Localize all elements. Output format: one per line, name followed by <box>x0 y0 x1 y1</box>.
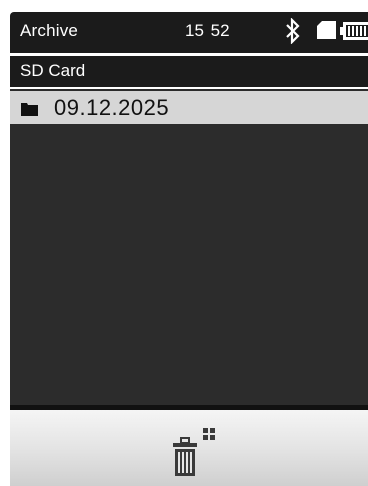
file-list: 09.12.2025 <box>10 89 368 405</box>
clock: 15 52 <box>185 21 230 40</box>
folder-icon <box>21 103 38 116</box>
device-screen: Archive 15 52 SD Card 09.12.2025 <box>0 0 368 486</box>
screen-title: Archive <box>20 21 79 40</box>
status-bar: Archive 15 52 <box>10 12 368 53</box>
sd-card-icon <box>317 21 336 39</box>
delete-all-button[interactable] <box>167 426 217 480</box>
list-item-folder[interactable]: 09.12.2025 <box>10 91 368 124</box>
trash-all-icon <box>167 426 217 480</box>
location-bar: SD Card <box>10 56 368 87</box>
bottom-toolbar <box>10 410 368 486</box>
location-label: SD Card <box>20 61 86 80</box>
battery-icon <box>340 22 368 40</box>
list-item-label: 09.12.2025 <box>54 95 170 120</box>
bluetooth-icon <box>285 17 301 45</box>
